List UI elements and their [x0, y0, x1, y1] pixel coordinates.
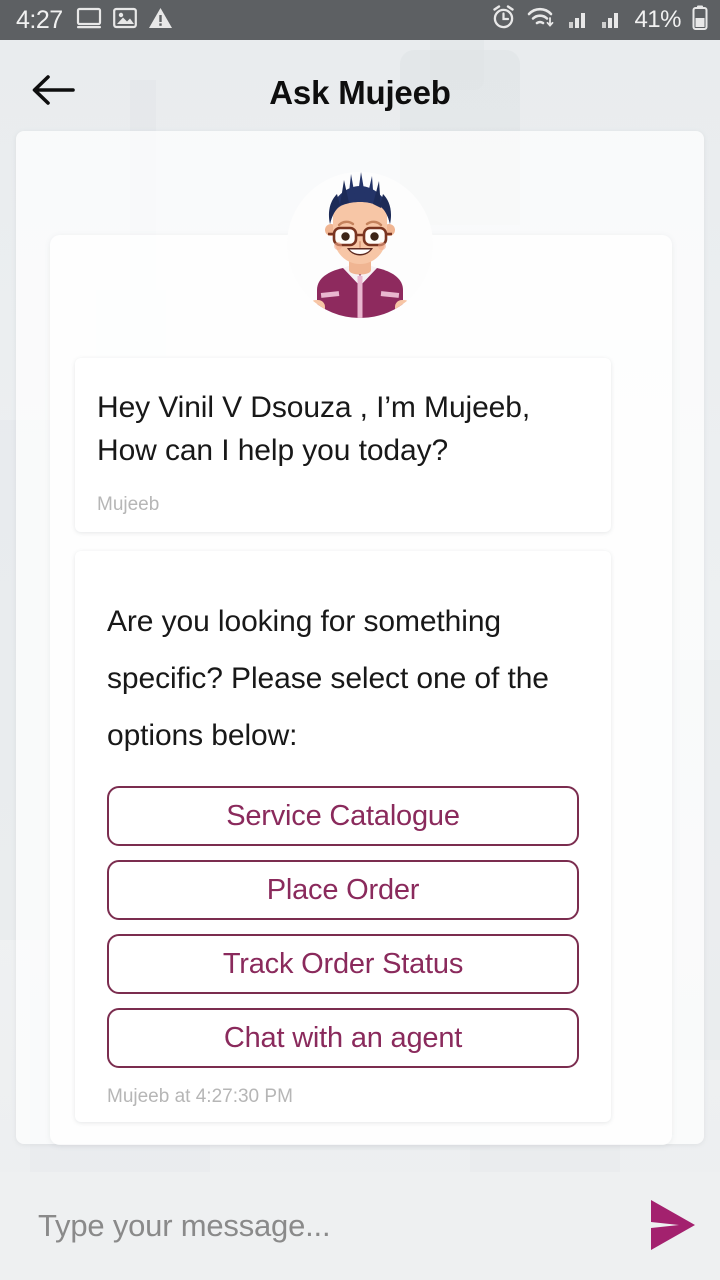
wifi-icon — [527, 6, 557, 35]
option-service-catalogue[interactable]: Service Catalogue — [107, 786, 579, 846]
option-track-order-status[interactable]: Track Order Status — [107, 934, 579, 994]
page-title: Ask Mujeeb — [269, 73, 451, 111]
app-header: Ask Mujeeb — [0, 40, 720, 145]
option-chat-with-an-agent[interactable]: Chat with an agent — [107, 1008, 579, 1068]
image-icon — [112, 7, 137, 34]
message-timestamp-label: Mujeeb at 4:27:30 PM — [107, 1086, 293, 1107]
message-bubble-options: Are you looking for something specific? … — [75, 551, 611, 1122]
signal-bars-icon-1 — [568, 7, 590, 34]
message-text: Hey Vinil V Dsouza , I’m Mujeeb, How can… — [97, 391, 531, 467]
message-input[interactable] — [0, 1208, 624, 1244]
message-text: Are you looking for something specific? … — [107, 605, 549, 752]
app-screen: 4:27 41% Ask Mujeeb Hey Vinil V Dsouza ,… — [0, 0, 720, 1280]
screen-cast-icon — [76, 7, 102, 34]
battery-icon — [692, 5, 708, 35]
warning-icon — [148, 7, 173, 34]
send-button[interactable] — [624, 1178, 720, 1274]
option-place-order[interactable]: Place Order — [107, 860, 579, 920]
status-bar-right: 41% — [491, 5, 708, 35]
avatar — [287, 172, 433, 318]
message-composer — [0, 1172, 720, 1280]
back-arrow-icon — [29, 71, 77, 114]
back-button[interactable] — [26, 66, 80, 120]
status-bar-clock: 4:27 — [16, 5, 63, 34]
signal-bars-icon-2 — [601, 7, 623, 34]
send-icon — [641, 1194, 703, 1259]
status-bar-left: 4:27 — [16, 7, 173, 34]
battery-percent-label: 41% — [634, 6, 681, 33]
quick-reply-options: Service Catalogue Place Order Track Orde… — [97, 786, 589, 1068]
message-bubble-greeting: Hey Vinil V Dsouza , I’m Mujeeb, How can… — [75, 358, 611, 532]
status-bar: 4:27 41% — [0, 0, 720, 40]
message-sender-label: Mujeeb — [97, 494, 160, 515]
alarm-icon — [491, 5, 516, 35]
